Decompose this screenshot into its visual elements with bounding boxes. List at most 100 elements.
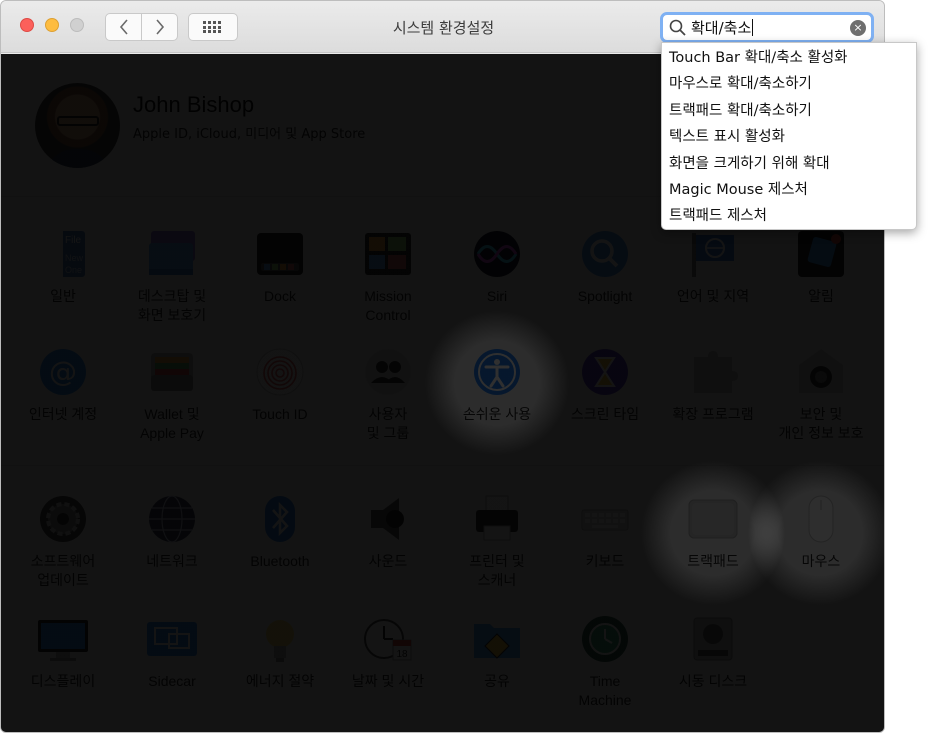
pane-software-update[interactable]: 소프트웨어 업데이트 (9, 494, 117, 590)
pane-sidecar[interactable]: Sidecar (118, 614, 226, 691)
pane-trackpad[interactable]: 트랙패드 (659, 494, 767, 571)
pane-label: 네트워크 (146, 553, 198, 569)
pane-label: 사용자 및 그룹 (366, 406, 410, 441)
divider (1, 465, 884, 466)
pane-label: 프린터 및 스캐너 (469, 553, 525, 588)
date-time-icon: 18 (363, 614, 413, 664)
notifications-icon (796, 229, 846, 279)
spotlight-icon (580, 229, 630, 279)
pane-bluetooth[interactable]: Bluetooth (226, 494, 334, 571)
suggestion-item[interactable]: Touch Bar 확대/축소 활성화 (662, 45, 916, 71)
pane-accessibility[interactable]: 손쉬운 사용 (443, 347, 551, 424)
bluetooth-icon (255, 494, 305, 544)
pane-internet-accounts[interactable]: @ 인터넷 계정 (9, 347, 117, 424)
pane-label: Bluetooth (250, 553, 310, 569)
pane-date-time[interactable]: 18 날짜 및 시간 (334, 614, 442, 691)
pane-label: 소프트웨어 업데이트 (30, 553, 96, 588)
clear-search-icon[interactable]: × (850, 20, 866, 36)
pane-label: 확장 프로그램 (672, 406, 754, 422)
users-groups-icon (363, 347, 413, 397)
pane-label: 트랙패드 (687, 553, 739, 569)
pane-desktop-screensaver[interactable]: 데스크탑 및 화면 보호기 (118, 229, 226, 325)
svg-text:File: File (65, 235, 82, 246)
mission-control-icon (363, 229, 413, 279)
pane-screen-time[interactable]: 스크린 타임 (551, 347, 659, 424)
printers-scanners-icon (472, 494, 522, 544)
svg-text:New: New (65, 253, 84, 263)
avatar-glasses (57, 116, 99, 126)
svg-text:One: One (65, 265, 82, 275)
sound-icon (363, 494, 413, 544)
sharing-icon (472, 614, 522, 664)
sidecar-icon (147, 614, 197, 664)
search-field[interactable]: 확대/축소 × (660, 12, 874, 43)
pane-label: 언어 및 지역 (676, 288, 750, 304)
siri-icon (472, 229, 522, 279)
pane-siri[interactable]: Siri (443, 229, 551, 306)
pane-printers-scanners[interactable]: 프린터 및 스캐너 (443, 494, 551, 590)
pane-extensions[interactable]: 확장 프로그램 (659, 347, 767, 424)
touch-id-icon (255, 347, 305, 397)
pane-wallet[interactable]: Wallet 및 Apple Pay (118, 347, 226, 443)
pane-label: 일반 (50, 288, 76, 304)
pane-dock[interactable]: Dock (226, 229, 334, 306)
pane-label: 시동 디스크 (678, 673, 748, 689)
pane-label: 키보드 (585, 553, 625, 569)
pane-label: 날짜 및 시간 (351, 673, 425, 689)
pane-security-privacy[interactable]: 보안 및 개인 정보 보호 (767, 347, 875, 443)
pane-spotlight[interactable]: Spotlight (551, 229, 659, 306)
software-update-icon (38, 494, 88, 544)
suggestion-item[interactable]: 트랙패드 확대/축소하기 (662, 98, 916, 124)
pane-label: 보안 및 개인 정보 보호 (778, 406, 864, 441)
suggestion-item[interactable]: 마우스로 확대/축소하기 (662, 71, 916, 97)
pane-label: Dock (264, 288, 296, 304)
dock-icon (255, 229, 305, 279)
displays-icon (38, 614, 88, 664)
pane-mission-control[interactable]: Mission Control (334, 229, 442, 325)
pane-label: 스크린 타임 (570, 406, 640, 422)
pane-label: Spotlight (577, 288, 633, 304)
pane-displays[interactable]: 디스플레이 (9, 614, 117, 691)
pane-label: Touch ID (252, 406, 308, 422)
trackpad-icon (688, 494, 738, 544)
pane-sound[interactable]: 사운드 (334, 494, 442, 571)
energy-saver-icon (255, 614, 305, 664)
pane-label: 인터넷 계정 (28, 406, 98, 422)
pane-sharing[interactable]: 공유 (443, 614, 551, 691)
pane-mouse[interactable]: 마우스 (767, 494, 875, 571)
suggestion-item[interactable]: 텍스트 표시 활성화 (662, 124, 916, 150)
pane-general[interactable]: File New One 일반 (9, 229, 117, 306)
user-name[interactable]: John Bishop (133, 92, 254, 118)
pane-network[interactable]: 네트워크 (118, 494, 226, 571)
search-suggestions-menu: Touch Bar 확대/축소 활성화 마우스로 확대/축소하기 트랙패드 확대… (661, 42, 917, 230)
pane-label: 마우스 (801, 553, 841, 569)
pane-touch-id[interactable]: Touch ID (226, 347, 334, 424)
pane-label: Siri (486, 288, 508, 304)
suggestion-item[interactable]: Magic Mouse 제스처 (662, 177, 916, 203)
suggestion-item[interactable]: 트랙패드 제스처 (662, 203, 916, 229)
pane-energy-saver[interactable]: 에너지 절약 (226, 614, 334, 691)
pane-language-region[interactable]: 언어 및 지역 (659, 229, 767, 306)
svg-text:@: @ (49, 355, 77, 388)
time-machine-icon (580, 614, 630, 664)
pane-time-machine[interactable]: Time Machine (551, 614, 659, 710)
network-icon (147, 494, 197, 544)
pane-label: 손쉬운 사용 (462, 406, 532, 422)
wallet-icon (147, 347, 197, 397)
suggestion-item[interactable]: 화면을 크게하기 위해 확대 (662, 151, 916, 177)
keyboard-icon (580, 494, 630, 544)
svg-text:18: 18 (396, 649, 408, 660)
search-input[interactable]: 확대/축소 (691, 17, 751, 38)
pane-users-groups[interactable]: 사용자 및 그룹 (334, 347, 442, 443)
mouse-icon (796, 494, 846, 544)
pane-label: Mission Control (364, 288, 412, 323)
avatar[interactable] (35, 83, 120, 168)
accessibility-icon (472, 347, 522, 397)
security-privacy-icon (796, 347, 846, 397)
pane-startup-disk[interactable]: 시동 디스크 (659, 614, 767, 691)
desktop-screensaver-icon (147, 229, 197, 279)
pane-notifications[interactable]: 알림 (767, 229, 875, 306)
avatar-shirt (45, 149, 111, 168)
pane-keyboard[interactable]: 키보드 (551, 494, 659, 571)
pane-label: 알림 (808, 288, 834, 304)
